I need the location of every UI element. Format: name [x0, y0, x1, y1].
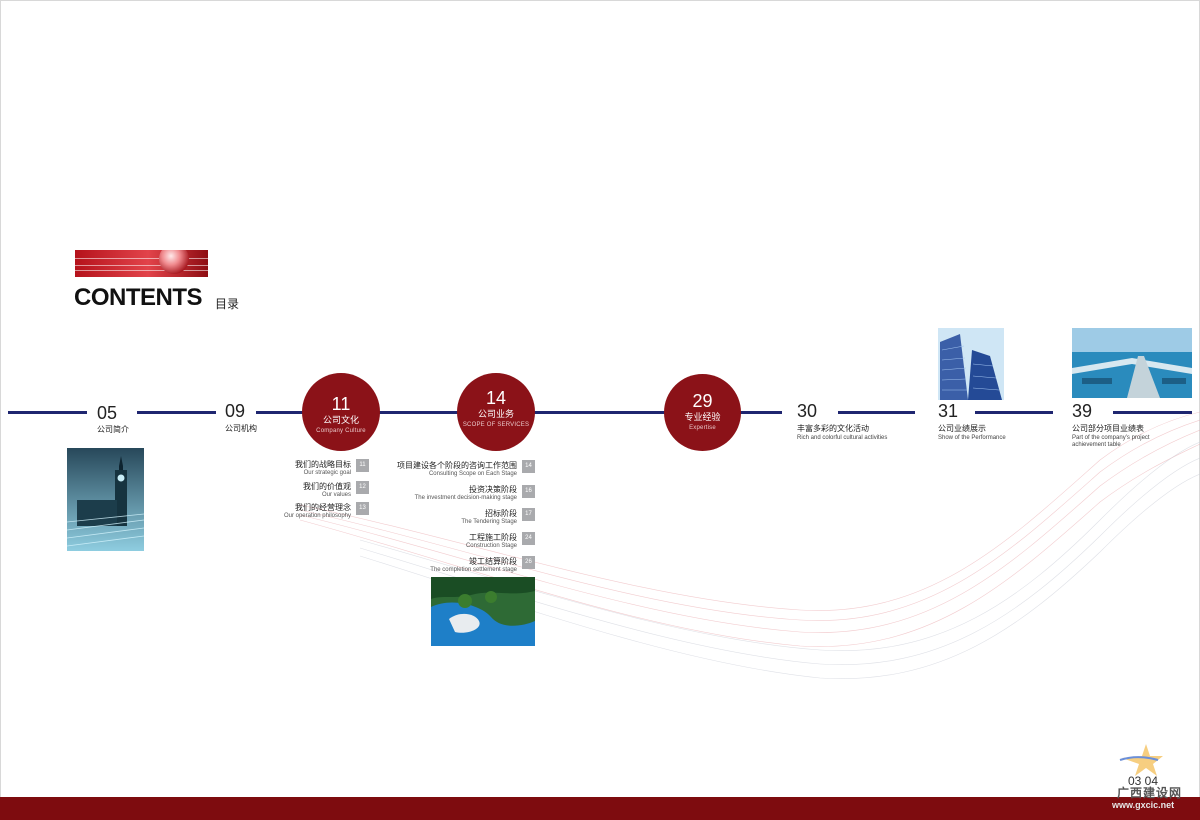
timeline-line [137, 411, 216, 414]
timeline-line [256, 411, 304, 414]
timeline-node-number: 39 [1072, 401, 1093, 421]
service-item: 工程施工阶段 Construction Stage [465, 533, 517, 549]
timeline-node-sublabel: SCOPE OF SERVICES [462, 422, 530, 428]
header-banner-image [75, 250, 208, 277]
star-logo-icon [1119, 744, 1163, 776]
timeline-node-label: 公司简介 [97, 425, 129, 434]
timeline-line [740, 411, 782, 414]
clock-tower-photo [67, 448, 144, 551]
timeline-node-label: 公司机构 [225, 424, 257, 433]
page-title-cn: 目录 [215, 297, 240, 311]
timeline-node-number: 11 [331, 394, 351, 414]
timeline-node-sublabel: Rich and colorful cultural activities [797, 435, 888, 441]
service-item-page: 16 [522, 485, 535, 498]
timeline-circle-services: 14 公司业务 SCOPE OF SERVICES [457, 373, 535, 451]
timeline-node-sublabel: Part of the company’s project achievemen… [1072, 435, 1150, 448]
timeline-line [975, 411, 1053, 414]
timeline-circle-culture: 11 公司文化 Company Culture [302, 373, 380, 451]
timeline-node-number: 31 [938, 401, 959, 421]
service-item: 竣工结算阶段 The completion settlement stage [430, 557, 517, 573]
watermark-text: 广西建设网 [1117, 786, 1183, 800]
timeline-node-number: 09 [225, 401, 246, 421]
service-item: 招标阶段 The Tendering Stage [461, 509, 517, 525]
timeline-line [533, 411, 666, 414]
watermark-url: www.gxcic.net [1112, 800, 1175, 810]
water-treatment-photo [1072, 328, 1192, 398]
timeline-node-label: 公司业务 [477, 409, 514, 419]
service-item: 投资决策阶段 The investment decision-making st… [414, 485, 517, 501]
bottom-bar [0, 797, 1200, 820]
timeline-line [838, 411, 915, 414]
page-title: CONTENTS [74, 284, 203, 311]
timeline-node-label: 丰富多彩的文化活动 [797, 424, 869, 433]
timeline-node-number: 30 [797, 401, 818, 421]
timeline-line [1113, 411, 1192, 414]
timeline-node-label: 公司文化 [322, 415, 359, 425]
service-item-page: 17 [522, 508, 535, 521]
timeline-node-number: 29 [692, 391, 713, 411]
skyscraper-photo [938, 328, 1004, 400]
timeline-node-label: 公司业绩展示 [938, 424, 986, 433]
service-item-page: 14 [522, 460, 535, 473]
service-item-page: 26 [522, 556, 535, 569]
timeline-node-sublabel: Company Culture [316, 428, 366, 434]
timeline-node-sublabel: Show of the Performance [938, 435, 1006, 441]
timeline-circle-expertise: 29 专业经验 Expertise [664, 374, 741, 451]
service-item: 项目建设各个阶段的咨询工作范围 Consulting Scope on Each… [397, 461, 517, 477]
timeline-node-number: 14 [485, 388, 507, 408]
pool-photo [431, 577, 535, 646]
timeline-node-number: 05 [97, 403, 118, 423]
timeline-line [378, 411, 459, 414]
timeline-node-sublabel: Expertise [689, 425, 716, 431]
timeline-line [8, 411, 87, 414]
timeline-node-label: 专业经验 [684, 412, 721, 422]
background-waves [299, 411, 1200, 680]
service-item-page: 24 [522, 532, 535, 545]
timeline-node-label: 公司部分项目业绩表 [1072, 424, 1144, 433]
